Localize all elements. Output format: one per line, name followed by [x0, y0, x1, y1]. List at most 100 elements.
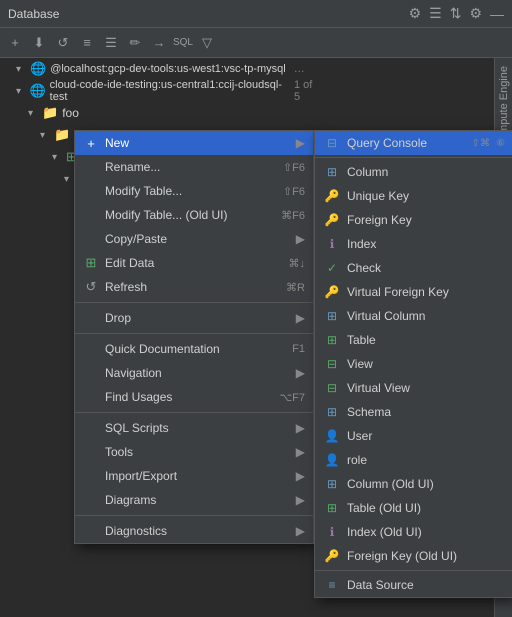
index-icon: ℹ — [323, 237, 341, 251]
menu-item-find-usages[interactable]: Find Usages ⌥F7 — [75, 385, 313, 409]
menu-label-quick-doc: Quick Documentation — [105, 342, 286, 356]
separator-3 — [75, 412, 313, 413]
tree-badge-cloud: 1 of 5 — [294, 79, 320, 103]
title-bar-title: Database — [8, 7, 59, 21]
submenu-item-index[interactable]: ℹ Index — [315, 232, 512, 256]
menu-item-refresh[interactable]: ↺ Refresh ⌘R — [75, 275, 313, 299]
tree-arrow: ▾ — [52, 152, 62, 163]
submenu-label-check: Check — [347, 261, 505, 275]
submenu-item-unique-key[interactable]: 🔑 Unique Key — [315, 184, 512, 208]
separator-2 — [75, 333, 313, 334]
shortcut-num: ⑥ — [496, 138, 505, 149]
submenu-item-virtual-col[interactable]: ⊞ Virtual Column — [315, 304, 512, 328]
submenu-item-vfk[interactable]: 🔑 Virtual Foreign Key — [315, 280, 512, 304]
sort-icon[interactable]: ⇅ — [450, 5, 462, 22]
menu-item-diagrams[interactable]: Diagrams ▶ — [75, 488, 313, 512]
submenu-item-view[interactable]: ⊟ View — [315, 352, 512, 376]
menu-label-copy-paste: Copy/Paste — [105, 232, 290, 246]
menu-item-import-export[interactable]: Import/Export ▶ — [75, 464, 313, 488]
submenu-item-table-old[interactable]: ⊞ Table (Old UI) — [315, 496, 512, 520]
menu-icon[interactable]: ☰ — [429, 5, 442, 22]
plus-icon: + — [83, 136, 99, 151]
submenu-item-role[interactable]: 👤 role — [315, 448, 512, 472]
gear-icon[interactable]: ⚙ — [469, 5, 482, 22]
shortcut-refresh: ⌘R — [286, 281, 305, 294]
submenu-label-query-console: Query Console — [347, 136, 466, 150]
submenu-item-virtual-view[interactable]: ⊟ Virtual View — [315, 376, 512, 400]
menu-item-navigation[interactable]: Navigation ▶ — [75, 361, 313, 385]
title-bar-icons: ⚙ ☰ ⇅ ⚙ — — [409, 5, 504, 22]
folder-icon: 📁 — [42, 105, 58, 121]
submenu-item-query-console[interactable]: ⊟ Query Console ⇧⌘ ⑥ — [315, 131, 512, 155]
filter-button[interactable]: ≡ — [76, 32, 98, 54]
arrow-icon: ▶ — [296, 421, 305, 435]
menu-item-edit-data[interactable]: ⊞ Edit Data ⌘↓ — [75, 251, 313, 275]
arrow-icon: ▶ — [296, 469, 305, 483]
arrow-icon: ▶ — [296, 232, 305, 246]
sql-button[interactable]: SQL — [172, 32, 194, 54]
menu-label-modify-table: Modify Table... — [105, 184, 277, 198]
menu-item-tools[interactable]: Tools ▶ — [75, 440, 313, 464]
list-button[interactable]: ☰ — [100, 32, 122, 54]
submenu-item-schema[interactable]: ⊞ Schema — [315, 400, 512, 424]
menu-item-copy-paste[interactable]: Copy/Paste ▶ — [75, 227, 313, 251]
submenu-item-column-old[interactable]: ⊞ Column (Old UI) — [315, 472, 512, 496]
minimize-icon[interactable]: — — [490, 6, 504, 22]
menu-item-sql-scripts[interactable]: SQL Scripts ▶ — [75, 416, 313, 440]
menu-item-diagnostics[interactable]: Diagnostics ▶ — [75, 519, 313, 543]
submenu-label-foreign-key: Foreign Key — [347, 213, 505, 227]
settings-icon[interactable]: ⚙ — [409, 5, 422, 22]
refresh-icon: ↺ — [83, 279, 99, 295]
submenu-item-check[interactable]: ✓ Check — [315, 256, 512, 280]
submenu-separator-2 — [315, 570, 512, 571]
arrow-icon: ▶ — [296, 524, 305, 538]
submenu-item-user[interactable]: 👤 User — [315, 424, 512, 448]
arrow-icon: ▶ — [296, 366, 305, 380]
arrow-button[interactable]: → — [148, 32, 170, 54]
separator-1 — [75, 302, 313, 303]
menu-item-new[interactable]: + New ▶ — [75, 131, 313, 155]
submenu-item-foreign-key[interactable]: 🔑 Foreign Key — [315, 208, 512, 232]
connection-icon: 🌐 — [30, 61, 46, 77]
table-icon: ⊞ — [323, 333, 341, 347]
submenu-item-index-old[interactable]: ℹ Index (Old UI) — [315, 520, 512, 544]
tree-label-foo: foo — [62, 106, 79, 120]
submenu-label-virtual-view: Virtual View — [347, 381, 505, 395]
menu-item-rename[interactable]: Rename... ⇧F6 — [75, 155, 313, 179]
shortcut-rename: ⇧F6 — [283, 161, 305, 174]
menu-label-navigation: Navigation — [105, 366, 290, 380]
tree-item-foo[interactable]: ▾ 📁 foo — [0, 102, 320, 124]
submenu-item-fk-old[interactable]: 🔑 Foreign Key (Old UI) — [315, 544, 512, 568]
console-icon: ⊟ — [323, 136, 341, 150]
submenu-item-table[interactable]: ⊞ Table — [315, 328, 512, 352]
menu-label-drop: Drop — [105, 311, 290, 325]
menu-item-drop[interactable]: Drop ▶ — [75, 306, 313, 330]
check-icon: ✓ — [323, 261, 341, 275]
menu-label-tools: Tools — [105, 445, 290, 459]
tree-label-localhost: @localhost:gcp-dev-tools:us-west1:vsc-tp… — [50, 63, 286, 75]
context-menu: + New ▶ Rename... ⇧F6 Modify Table... ⇧F… — [74, 130, 314, 544]
menu-label-sql-scripts: SQL Scripts — [105, 421, 290, 435]
refresh-button[interactable]: ↺ — [52, 32, 74, 54]
menu-item-quick-doc[interactable]: Quick Documentation F1 — [75, 337, 313, 361]
toolbar: + ⬇ ↺ ≡ ☰ ✏ → SQL ▽ — [0, 28, 512, 58]
tree-arrow: ▾ — [16, 86, 25, 97]
menu-item-modify-table-old[interactable]: Modify Table... (Old UI) ⌘F6 — [75, 203, 313, 227]
filter2-button[interactable]: ▽ — [196, 32, 218, 54]
menu-label-refresh: Refresh — [105, 280, 280, 294]
menu-label-find-usages: Find Usages — [105, 390, 273, 404]
submenu-item-column[interactable]: ⊞ Column — [315, 160, 512, 184]
submenu-separator — [315, 157, 512, 158]
shortcut-modify: ⇧F6 — [283, 185, 305, 198]
schema-icon: ⊞ — [323, 405, 341, 419]
submenu-item-data-source[interactable]: ≡ Data Source — [315, 573, 512, 597]
menu-item-modify-table[interactable]: Modify Table... ⇧F6 — [75, 179, 313, 203]
foreign-key-icon: 🔑 — [323, 213, 341, 227]
tree-item-localhost[interactable]: ▾ 🌐 @localhost:gcp-dev-tools:us-west1:vs… — [0, 58, 320, 80]
tree-arrow: ▾ — [40, 130, 50, 141]
add-button[interactable]: + — [4, 32, 26, 54]
submenu-label-virtual-col: Virtual Column — [347, 309, 505, 323]
edit-button[interactable]: ✏ — [124, 32, 146, 54]
tree-item-cloud[interactable]: ▾ 🌐 cloud-code-ide-testing:us-central1:c… — [0, 80, 320, 102]
download-button[interactable]: ⬇ — [28, 32, 50, 54]
